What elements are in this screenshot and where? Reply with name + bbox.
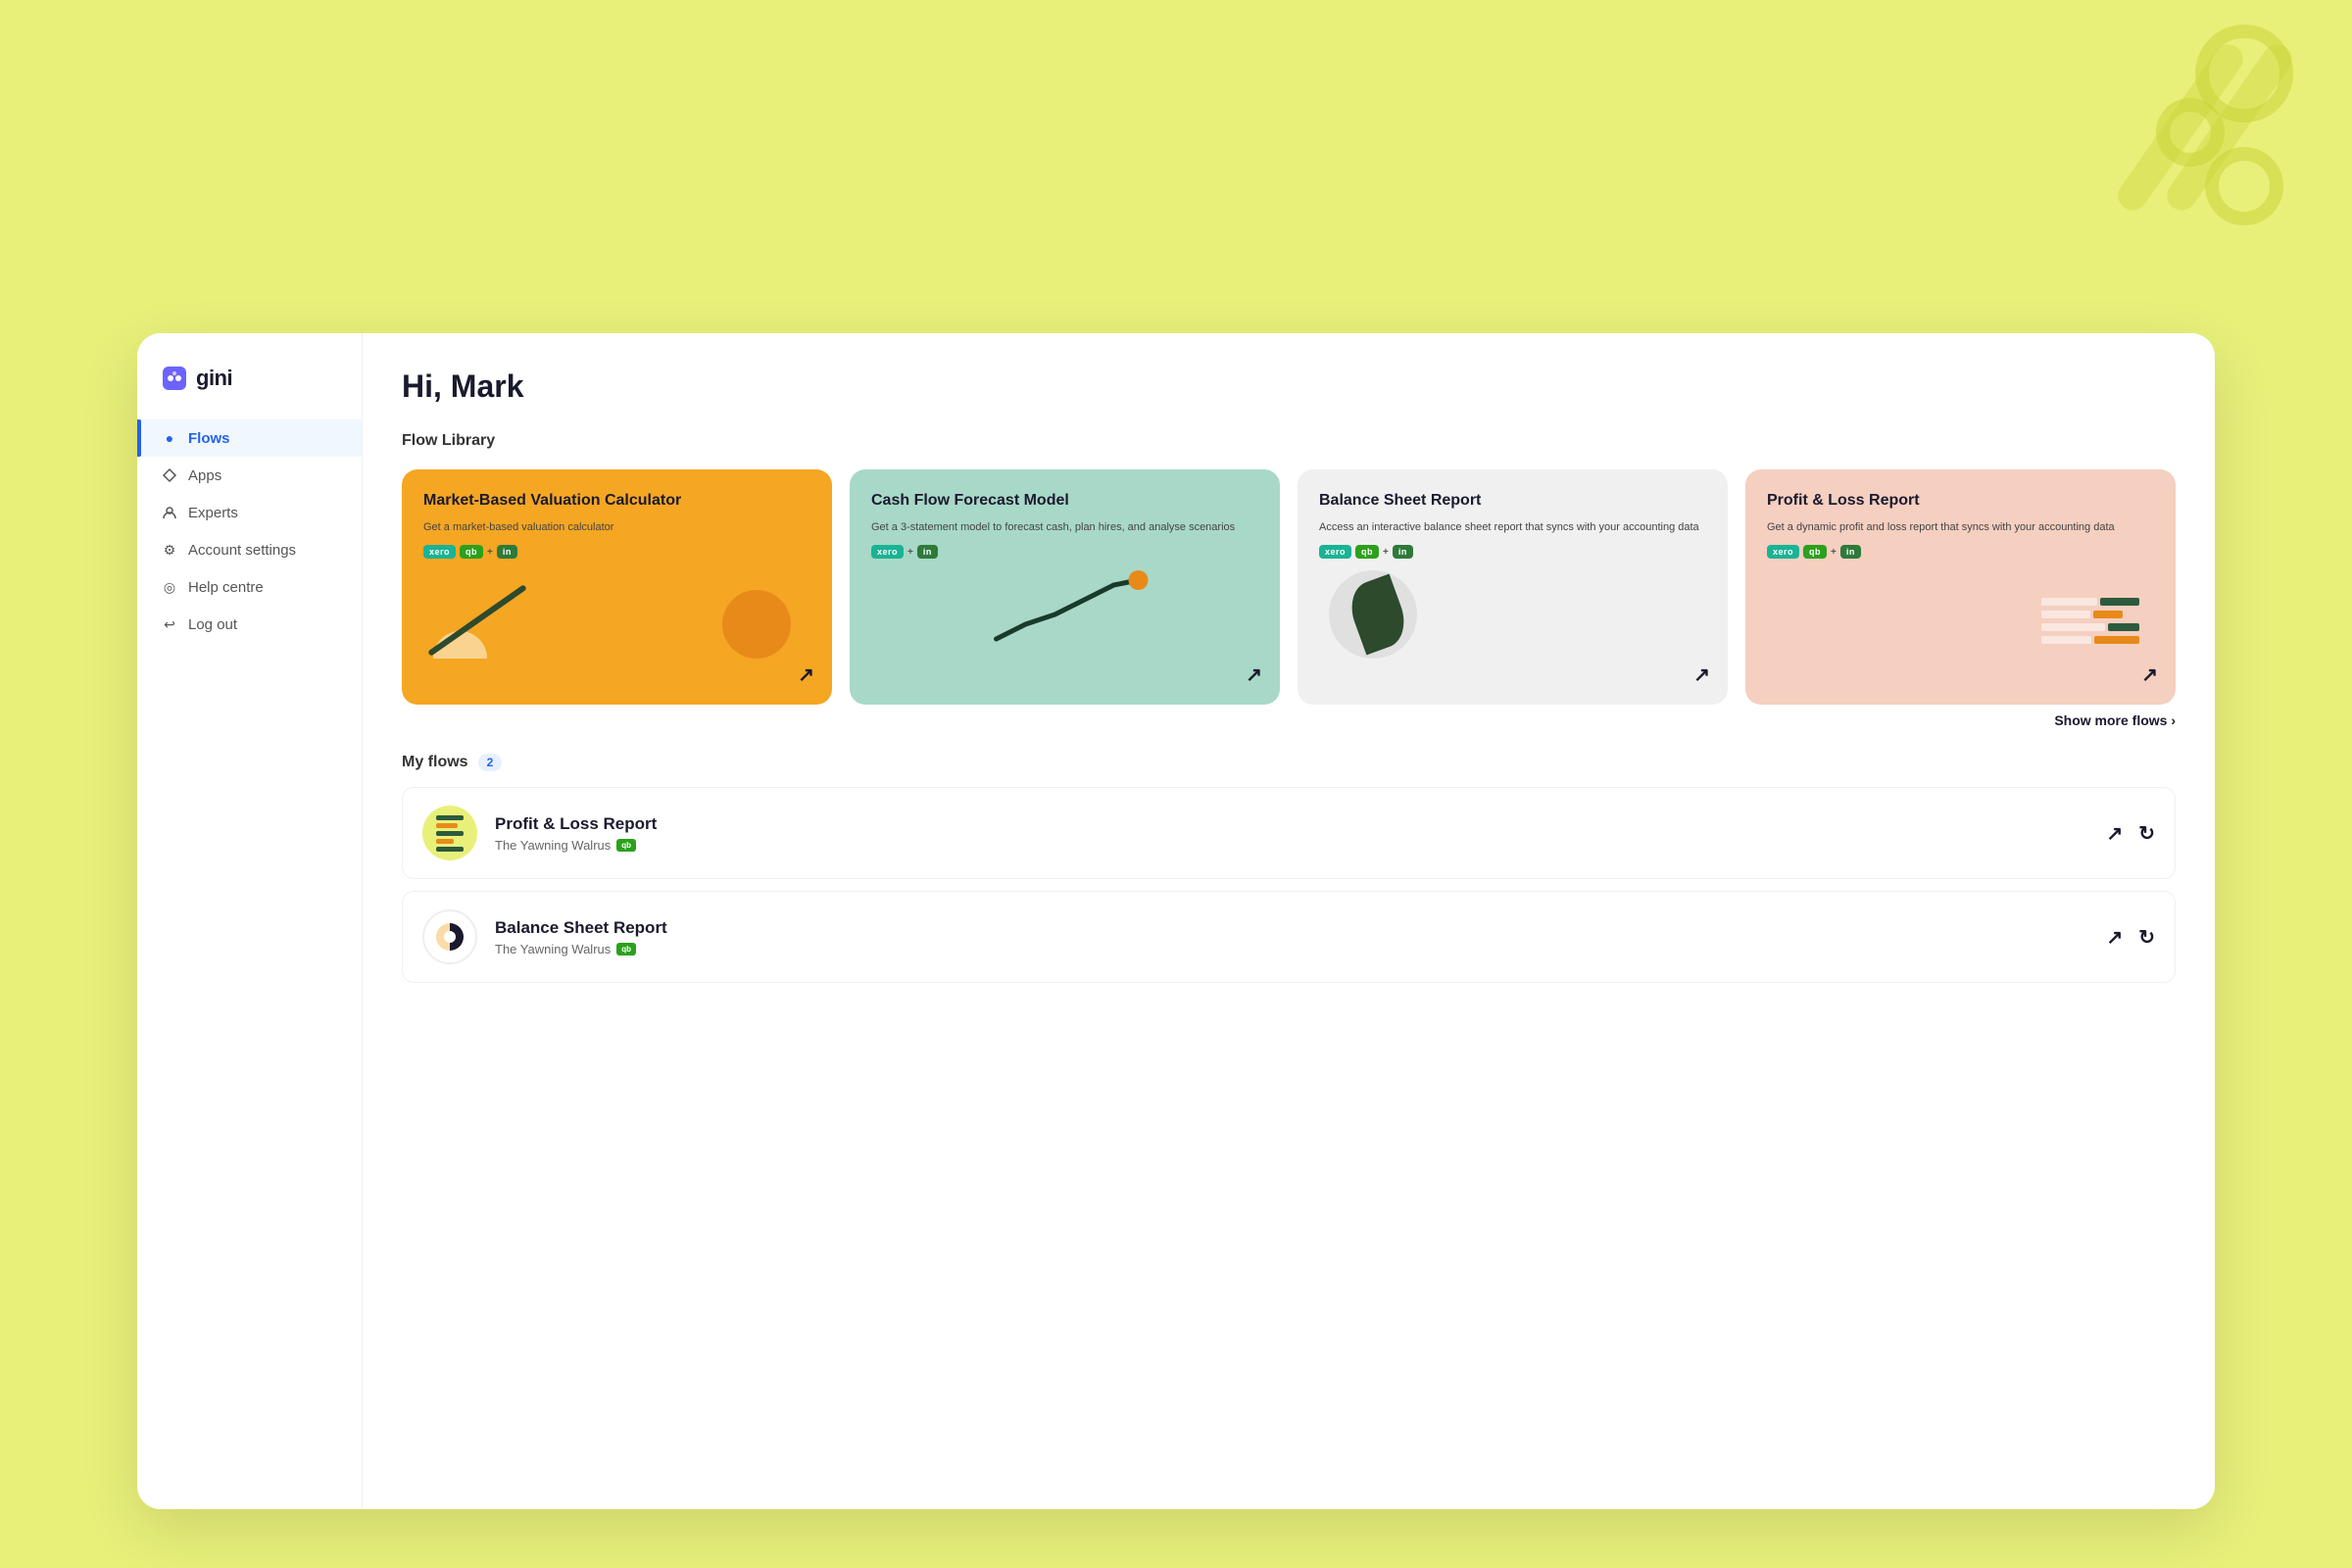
flow-list-actions-pl: ↗ ↻ [2106,821,2155,846]
my-flows-count-badge: 2 [478,754,503,771]
sidebar-item-apps[interactable]: Apps [137,457,362,494]
flow-card-cash-flow[interactable]: Cash Flow Forecast Model Get a 3-stateme… [850,469,1280,705]
flow-list-info-pl: Profit & Loss Report The Yawning Walrus … [495,814,2088,853]
xero-badge-2: xero [871,545,904,559]
main-content: Hi, Mark Flow Library Market-Based Valua… [363,333,2215,1509]
card-illustration-peach [1767,570,2154,659]
flow-card-balance-sheet[interactable]: Balance Sheet Report Access an interacti… [1298,469,1728,705]
green-badge: in [497,545,517,559]
flow-card-profit-loss[interactable]: Profit & Loss Report Get a dynamic profi… [1745,469,2176,705]
sidebar-item-account-settings[interactable]: ⚙ Account settings [137,531,362,568]
green-badge-2: in [917,545,938,559]
card-title-market-valuation: Market-Based Valuation Calculator [423,491,810,512]
flow-list-company-bs: The Yawning Walrus qb [495,942,2088,956]
xero-badge: xero [423,545,456,559]
sidebar-item-flows[interactable]: ● Flows [137,419,362,457]
qb-badge-3: qb [1355,545,1379,559]
refresh-icon-pl[interactable]: ↻ [2138,821,2155,846]
flow-list-icon-pl [422,806,477,860]
open-icon-bs[interactable]: ↗ [2106,925,2123,950]
help-label: Help centre [188,579,264,596]
flow-list-name-bs: Balance Sheet Report [495,918,2088,938]
card-desc-profit-loss: Get a dynamic profit and loss report tha… [1767,519,2154,536]
card-arrow-balance-sheet: ↗ [1693,662,1710,687]
company-badge-pl: qb [616,839,636,852]
flow-list-info-bs: Balance Sheet Report The Yawning Walrus … [495,918,2088,956]
qb-badge-4: qb [1803,545,1827,559]
card-title-balance-sheet: Balance Sheet Report [1319,491,1706,512]
account-settings-label: Account settings [188,542,296,559]
flow-list-item-bs[interactable]: Balance Sheet Report The Yawning Walrus … [402,891,2176,983]
card-arrow-cash-flow: ↗ [1246,662,1262,687]
line-chart-svg [871,570,1258,659]
show-more-section: Show more flows › [402,712,2176,730]
pl-bars [426,806,473,860]
card-illustration-teal [871,570,1258,659]
xero-badge-4: xero [1767,545,1799,559]
flows-label: Flows [188,430,230,447]
account-settings-icon: ⚙ [161,541,178,559]
my-flows-header: My flows 2 [402,754,2176,771]
xero-badge-3: xero [1319,545,1351,559]
green-badge-3: in [1393,545,1413,559]
card-arrow-profit-loss: ↗ [2141,662,2158,687]
flow-list-item-pl[interactable]: Profit & Loss Report The Yawning Walrus … [402,787,2176,879]
card-title-cash-flow: Cash Flow Forecast Model [871,491,1258,512]
flow-card-market-valuation[interactable]: Market-Based Valuation Calculator Get a … [402,469,832,705]
apps-label: Apps [188,467,221,484]
flow-list-actions-bs: ↗ ↻ [2106,925,2155,950]
flow-library: Market-Based Valuation Calculator Get a … [402,469,2176,705]
card-desc-balance-sheet: Access an interactive balance sheet repo… [1319,519,1706,536]
logo-area: gini [137,365,362,419]
card-title-profit-loss: Profit & Loss Report [1767,491,2154,512]
bs-icon-svg [432,919,467,955]
refresh-icon-bs[interactable]: ↻ [2138,925,2155,950]
sidebar-item-experts[interactable]: Experts [137,494,362,531]
card-badges-profit-loss: xero qb + in [1767,545,2154,559]
card-badges-balance-sheet: xero qb + in [1319,545,1706,559]
app-window: gini ● Flows Apps Experts ⚙ [137,333,2215,1509]
open-icon-pl[interactable]: ↗ [2106,821,2123,846]
my-flows-title: My flows [402,754,468,771]
card-badges-market-valuation: xero qb + in [423,545,810,559]
sidebar-item-log-out[interactable]: ↩ Log out [137,606,362,643]
card-desc-cash-flow: Get a 3-statement model to forecast cash… [871,519,1258,536]
experts-icon [161,504,178,521]
flow-library-title: Flow Library [402,432,2176,450]
flow-list-name-pl: Profit & Loss Report [495,814,2088,834]
flows-icon: ● [161,429,178,447]
logout-icon: ↩ [161,615,178,633]
logout-label: Log out [188,616,237,633]
card-desc-market-valuation: Get a market-based valuation calculator [423,519,810,536]
card-badges-cash-flow: xero + in [871,545,1258,559]
flow-list-company-pl: The Yawning Walrus qb [495,838,2088,853]
gini-logo-icon [161,365,188,392]
card-illustration-gray [1319,570,1706,659]
card-arrow-market-valuation: ↗ [798,662,814,687]
card-illustration-orange [423,570,810,659]
company-badge-bs: qb [616,943,636,956]
logo-text: gini [196,366,232,391]
sidebar-item-help-centre[interactable]: ◎ Help centre [137,568,362,606]
greeting-heading: Hi, Mark [402,368,2176,405]
flow-list-icon-bs [422,909,477,964]
help-icon: ◎ [161,578,178,596]
green-badge-4: in [1840,545,1861,559]
show-more-link[interactable]: Show more flows › [2054,712,2176,728]
qb-badge: qb [460,545,483,559]
experts-label: Experts [188,505,238,521]
apps-icon [161,466,178,484]
sidebar: gini ● Flows Apps Experts ⚙ [137,333,363,1509]
